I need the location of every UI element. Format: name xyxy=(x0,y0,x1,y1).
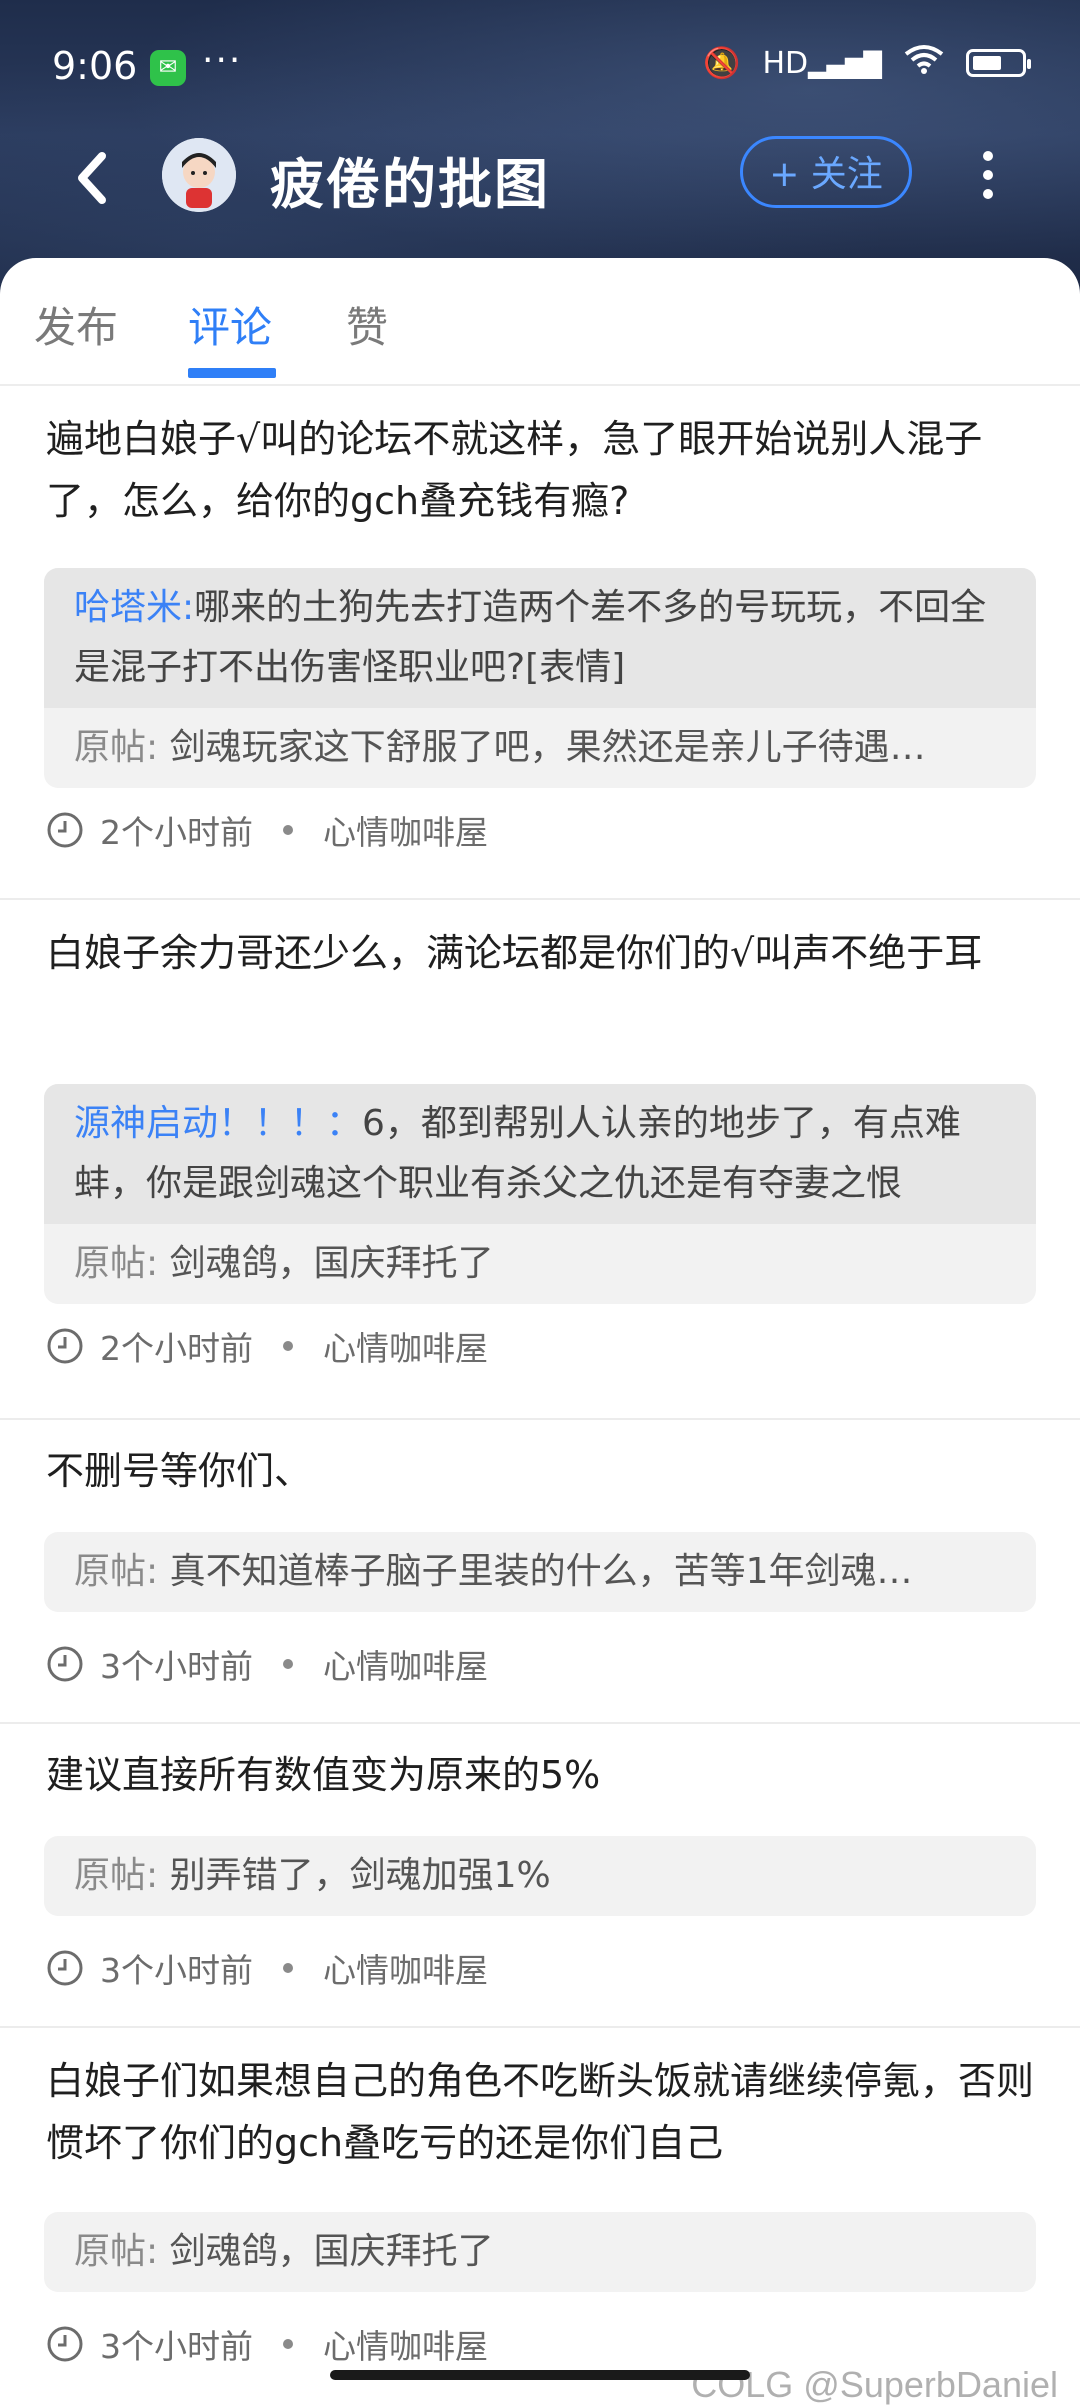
comment-time: 2个小时前 xyxy=(100,813,253,852)
battery-icon xyxy=(966,49,1031,77)
comment-time: 2个小时前 xyxy=(100,1329,253,1368)
clock-icon xyxy=(47,1950,83,1986)
mute-icon: 🔕 xyxy=(703,45,741,81)
comment-text: 白娘子们如果想自己的角色不吃断头饭就请继续停氪，否则惯坏了你们的gch叠吃亏的还… xyxy=(46,2059,1035,2165)
separator-dot xyxy=(283,1963,293,1973)
reply-quote: 源神启动！！！：6，都到帮别人认亲的地步了，有点难蚌，你是跟剑魂这个职业有杀父之… xyxy=(44,1084,1036,1224)
clock-icon xyxy=(47,1328,83,1364)
tab-likes[interactable]: 赞 xyxy=(346,294,388,355)
comment-meta: 2个小时前 心情咖啡屋 xyxy=(46,800,488,860)
comment-text: 遍地白娘子√叫的论坛不就这样，急了眼开始说别人混子了，怎么，给你的gch叠充钱有… xyxy=(46,417,983,523)
separator-dot xyxy=(283,1659,293,1669)
forum-name[interactable]: 心情咖啡屋 xyxy=(323,1322,488,1370)
original-post[interactable]: 原帖: 剑魂鸽，国庆拜托了 xyxy=(44,1224,1036,1304)
reply-quote: 哈塔米:哪来的土狗先去打造两个差不多的号玩玩，不回全是混子打不出伤害怪职业吧?[… xyxy=(44,568,1036,708)
comment-meta: 2个小时前 心情咖啡屋 xyxy=(46,1316,488,1376)
list-item[interactable]: 遍地白娘子√叫的论坛不就这样，急了眼开始说别人混子了，怎么，给你的gch叠充钱有… xyxy=(0,386,1080,900)
comment-time: 3个小时前 xyxy=(100,1647,253,1686)
list-item[interactable]: 白娘子们如果想自己的角色不吃断头饭就请继续停氪，否则惯坏了你们的gch叠吃亏的还… xyxy=(0,2028,1080,2400)
home-indicator[interactable] xyxy=(330,2370,750,2380)
comment-text: 不删号等你们、 xyxy=(46,1449,313,1493)
forum-name[interactable]: 心情咖啡屋 xyxy=(323,806,488,854)
reply-author[interactable]: 源神启动！！！： xyxy=(74,1103,362,1144)
comment-time: 3个小时前 xyxy=(100,2327,253,2366)
comment-text: 白娘子余力哥还少么，满论坛都是你们的√叫声不绝于耳 xyxy=(46,931,983,975)
status-time: 9:06 xyxy=(52,44,138,88)
original-post-text: 剑魂玩家这下舒服了吧，果然还是亲儿子待遇… xyxy=(169,727,926,768)
top-bar: 疲倦的批图 + 关注 xyxy=(0,130,1080,230)
wechat-icon: ✉ xyxy=(150,50,186,86)
original-post[interactable]: 原帖: 别弄错了，剑魂加强1% xyxy=(44,1836,1036,1916)
comment-meta: 3个小时前 心情咖啡屋 xyxy=(46,1634,488,1694)
original-post-label: 原帖: xyxy=(74,1855,159,1896)
comment-text: 建议直接所有数值变为原来的5% xyxy=(46,1753,601,1797)
quoted-block[interactable]: 源神启动！！！：6，都到帮别人认亲的地步了，有点难蚌，你是跟剑魂这个职业有杀父之… xyxy=(44,1084,1036,1304)
comment-time: 3个小时前 xyxy=(100,1951,253,1990)
more-notifications-icon: ··· xyxy=(202,40,243,81)
quoted-block[interactable]: 原帖: 剑魂鸽，国庆拜托了 xyxy=(44,2212,1036,2292)
list-item[interactable]: 建议直接所有数值变为原来的5% 原帖: 别弄错了，剑魂加强1% 3个小时前 心情… xyxy=(0,1724,1080,2028)
reply-text: 哪来的土狗先去打造两个差不多的号玩玩，不回全是混子打不出伤害怪职业吧?[表情] xyxy=(74,587,987,688)
clock-icon xyxy=(47,812,83,848)
hd-label: HD xyxy=(762,45,809,81)
wifi-icon xyxy=(904,44,944,82)
quoted-block[interactable]: 原帖: 真不知道棒子脑子里装的什么，苦等1年剑魂… xyxy=(44,1532,1036,1612)
avatar[interactable] xyxy=(162,138,236,212)
page-title: 疲倦的批图 xyxy=(270,153,550,216)
clock-icon xyxy=(47,1646,83,1682)
list-item[interactable]: 白娘子余力哥还少么，满论坛都是你们的√叫声不绝于耳 源神启动！！！：6，都到帮别… xyxy=(0,900,1080,1420)
original-post[interactable]: 原帖: 真不知道棒子脑子里装的什么，苦等1年剑魂… xyxy=(44,1532,1036,1612)
active-tab-indicator xyxy=(188,368,276,378)
forum-name[interactable]: 心情咖啡屋 xyxy=(323,1640,488,1688)
quoted-block[interactable]: 原帖: 别弄错了，剑魂加强1% xyxy=(44,1836,1036,1916)
tab-comments[interactable]: 评论 xyxy=(188,294,272,355)
separator-dot xyxy=(283,1341,293,1351)
reply-author[interactable]: 哈塔米: xyxy=(74,587,194,628)
clock-icon xyxy=(47,2326,83,2362)
follow-button[interactable]: + 关注 xyxy=(740,136,912,208)
separator-dot xyxy=(283,825,293,835)
status-bar: 9:06 ✉ ··· 🔕 HD▂▄▆█ xyxy=(0,0,1080,140)
list-item[interactable]: 不删号等你们、 原帖: 真不知道棒子脑子里装的什么，苦等1年剑魂… 3个小时前 … xyxy=(0,1420,1080,1724)
original-post-text: 别弄错了，剑魂加强1% xyxy=(169,1855,551,1896)
comment-meta: 3个小时前 心情咖啡屋 xyxy=(46,1938,488,1998)
back-arrow-icon[interactable] xyxy=(66,148,126,208)
more-options-icon[interactable] xyxy=(968,142,1008,212)
forum-name[interactable]: 心情咖啡屋 xyxy=(323,2320,488,2368)
original-post-label: 原帖: xyxy=(74,2231,159,2272)
tab-bar: 发布 评论 赞 xyxy=(0,258,1080,386)
original-post-label: 原帖: xyxy=(74,727,159,768)
original-post-text: 剑魂鸽，国庆拜托了 xyxy=(169,1243,494,1284)
forum-name[interactable]: 心情咖啡屋 xyxy=(323,1944,488,1992)
original-post[interactable]: 原帖: 剑魂玩家这下舒服了吧，果然还是亲儿子待遇… xyxy=(44,708,1036,788)
original-post-text: 真不知道棒子脑子里装的什么，苦等1年剑魂… xyxy=(169,1551,913,1592)
original-post-label: 原帖: xyxy=(74,1243,159,1284)
original-post-label: 原帖: xyxy=(74,1551,159,1592)
original-post[interactable]: 原帖: 剑魂鸽，国庆拜托了 xyxy=(44,2212,1036,2292)
tab-posts[interactable]: 发布 xyxy=(34,294,118,355)
comment-meta: 3个小时前 心情咖啡屋 xyxy=(46,2314,488,2374)
quoted-block[interactable]: 哈塔米:哪来的土狗先去打造两个差不多的号玩玩，不回全是混子打不出伤害怪职业吧?[… xyxy=(44,568,1036,788)
original-post-text: 剑魂鸽，国庆拜托了 xyxy=(169,2231,494,2272)
content-sheet: 发布 评论 赞 遍地白娘子√叫的论坛不就这样，急了眼开始说别人混子了，怎么，给你… xyxy=(0,258,1080,2400)
signal-icon: HD▂▄▆█ xyxy=(762,45,883,81)
separator-dot xyxy=(283,2339,293,2349)
